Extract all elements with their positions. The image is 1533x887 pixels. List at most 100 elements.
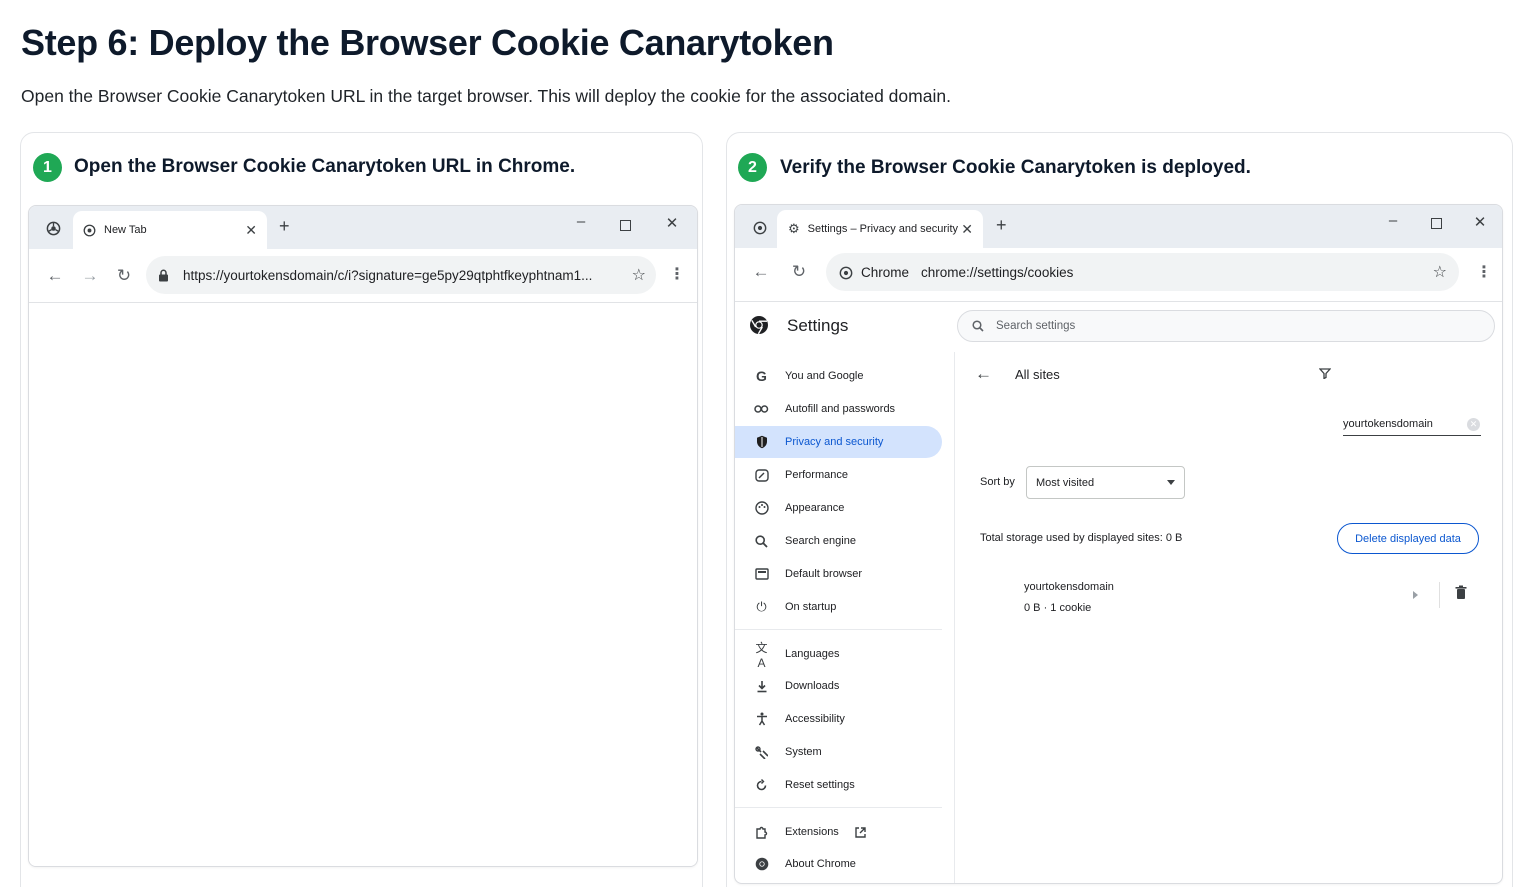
sidebar-item-label: On startup [785, 601, 837, 613]
sidebar-item-you-and-google[interactable]: G You and Google [735, 360, 942, 392]
power-icon: ⏻ [756, 599, 767, 614]
settings-header: Settings Search settings [735, 302, 1502, 352]
sidebar-item-system[interactable]: System [735, 736, 942, 768]
gear-icon: ⚙ [788, 221, 800, 236]
speedometer-icon [753, 468, 770, 482]
sort-by-select[interactable]: Most visited [1026, 466, 1185, 499]
sidebar-item-performance[interactable]: Performance [735, 459, 942, 491]
reload-icon[interactable]: ↻ [114, 266, 134, 286]
sidebar-item-appearance[interactable]: Appearance [735, 492, 942, 524]
browser-window-icon [753, 568, 770, 580]
close-window-icon[interactable]: ✕ [1470, 213, 1490, 231]
page-description: Open the Browser Cookie Canarytoken URL … [21, 86, 951, 106]
translate-icon: 文A [755, 640, 768, 670]
maximize-icon[interactable] [620, 220, 631, 231]
sidebar-item-about-chrome[interactable]: About Chrome [735, 848, 942, 880]
sidebar-item-default-browser[interactable]: Default browser [735, 558, 942, 590]
sidebar-item-label: Accessibility [785, 713, 845, 725]
forward-arrow-icon[interactable]: → [80, 266, 100, 286]
site-row[interactable]: yourtokensdomain 0 B · 1 cookie [955, 570, 1495, 626]
expand-arrow-icon[interactable] [1413, 591, 1418, 599]
sidebar-item-languages[interactable]: 文A Languages [735, 638, 942, 670]
minimize-icon[interactable]: – [1383, 212, 1403, 229]
site-detail: 0 B · 1 cookie [1024, 602, 1092, 614]
wrench-icon [753, 745, 770, 759]
dropdown-caret-icon [1167, 480, 1175, 485]
chrome-menu-icon[interactable] [753, 219, 767, 237]
tab-title: New Tab [104, 224, 147, 236]
palette-icon [753, 501, 770, 515]
site-name: yourtokensdomain [1024, 581, 1114, 593]
sidebar-item-search-engine[interactable]: Search engine [735, 525, 942, 557]
settings-sidebar: G You and Google Autofill and passwords … [735, 352, 955, 883]
url-text: chrome://settings/cookies [921, 264, 1074, 280]
chrome-menu-icon[interactable] [46, 220, 61, 238]
search-icon [972, 320, 984, 332]
page-title: Step 6: Deploy the Browser Cookie Canary… [21, 22, 834, 63]
step2-badge: 2 [738, 153, 767, 182]
sidebar-item-label: Search engine [785, 535, 856, 547]
sidebar-item-extensions[interactable]: Extensions [735, 816, 942, 848]
download-icon [753, 680, 770, 693]
sidebar-item-reset-settings[interactable]: Reset settings [735, 769, 942, 801]
delete-displayed-data-button[interactable]: Delete displayed data [1337, 523, 1479, 554]
address-bar[interactable]: Chrome chrome://settings/cookies ☆ [826, 253, 1459, 291]
sidebar-item-privacy[interactable]: Privacy and security [735, 426, 942, 458]
more-menu-icon[interactable]: ⋮ [669, 264, 685, 284]
tab-new-tab[interactable]: New Tab ✕ [73, 211, 267, 249]
sidebar-item-label: Extensions [785, 826, 839, 838]
blank-page [29, 303, 697, 866]
step2-title: Verify the Browser Cookie Canarytoken is… [780, 157, 1251, 178]
back-arrow-icon[interactable]: ← [45, 266, 65, 286]
minimize-icon[interactable]: – [571, 213, 591, 230]
lock-icon [158, 268, 169, 282]
trash-icon[interactable] [1455, 585, 1467, 605]
toolbar: ← ↻ Chrome chrome://settings/cookies ☆ ⋮ [735, 248, 1502, 302]
toolbar: ← → ↻ https://yourtokensdomain/c/i?signa… [29, 249, 697, 303]
external-link-icon [854, 826, 867, 839]
search-placeholder: Search settings [996, 320, 1076, 332]
more-menu-icon[interactable]: ⋮ [1476, 262, 1492, 282]
sidebar-item-label: Languages [785, 648, 840, 660]
storage-summary: Total storage used by displayed sites: 0… [980, 532, 1183, 544]
sidebar-item-on-startup[interactable]: ⏻ On startup [735, 591, 942, 623]
search-settings-input[interactable]: Search settings [957, 310, 1495, 342]
sidebar-item-downloads[interactable]: Downloads [735, 670, 942, 702]
search-icon [753, 534, 770, 548]
sidebar-item-accessibility[interactable]: Accessibility [735, 703, 942, 735]
new-tab-plus-icon[interactable]: + [279, 216, 290, 237]
address-bar[interactable]: https://yourtokensdomain/c/i?signature=g… [146, 256, 656, 294]
sidebar-item-label: Privacy and security [785, 436, 884, 448]
key-icon [753, 404, 770, 414]
all-sites-panel: ← All sites yourtokensdomain ✕ Sort by M… [955, 352, 1502, 883]
sort-value: Most visited [1036, 476, 1095, 489]
maximize-icon[interactable] [1431, 218, 1442, 229]
all-sites-heading: All sites [1015, 367, 1060, 382]
back-arrow-icon[interactable]: ← [751, 262, 771, 282]
row-divider [1439, 582, 1440, 608]
sidebar-item-label: Downloads [785, 680, 840, 692]
puzzle-icon [753, 826, 770, 839]
bookmark-star-icon[interactable]: ☆ [632, 265, 646, 285]
sidebar-divider [735, 807, 942, 808]
close-tab-icon[interactable]: ✕ [245, 222, 257, 239]
reload-icon[interactable]: ↻ [789, 262, 809, 282]
close-tab-icon[interactable]: ✕ [961, 221, 973, 238]
tab-strip: ⚙ Settings – Privacy and security ✕ + – … [735, 205, 1502, 248]
sidebar-item-autofill[interactable]: Autofill and passwords [735, 393, 942, 425]
chrome-favicon-icon [83, 224, 96, 237]
clear-filter-icon[interactable]: ✕ [1467, 418, 1480, 431]
tab-title: Settings – Privacy and security [807, 223, 958, 235]
chrome-window-settings: ⚙ Settings – Privacy and security ✕ + – … [734, 204, 1503, 884]
shield-icon [753, 435, 770, 449]
sort-by-label: Sort by [980, 476, 1015, 488]
chrome-icon [753, 857, 770, 871]
new-tab-plus-icon[interactable]: + [996, 215, 1007, 236]
sidebar-item-label: Autofill and passwords [785, 403, 896, 415]
back-arrow-icon[interactable]: ← [975, 364, 992, 384]
close-window-icon[interactable]: ✕ [662, 214, 682, 232]
tab-settings-privacy[interactable]: ⚙ Settings – Privacy and security ✕ [777, 210, 983, 248]
site-filter-input[interactable]: yourtokensdomain [1343, 418, 1481, 436]
sidebar-divider [735, 629, 942, 630]
bookmark-star-icon[interactable]: ☆ [1433, 262, 1447, 282]
